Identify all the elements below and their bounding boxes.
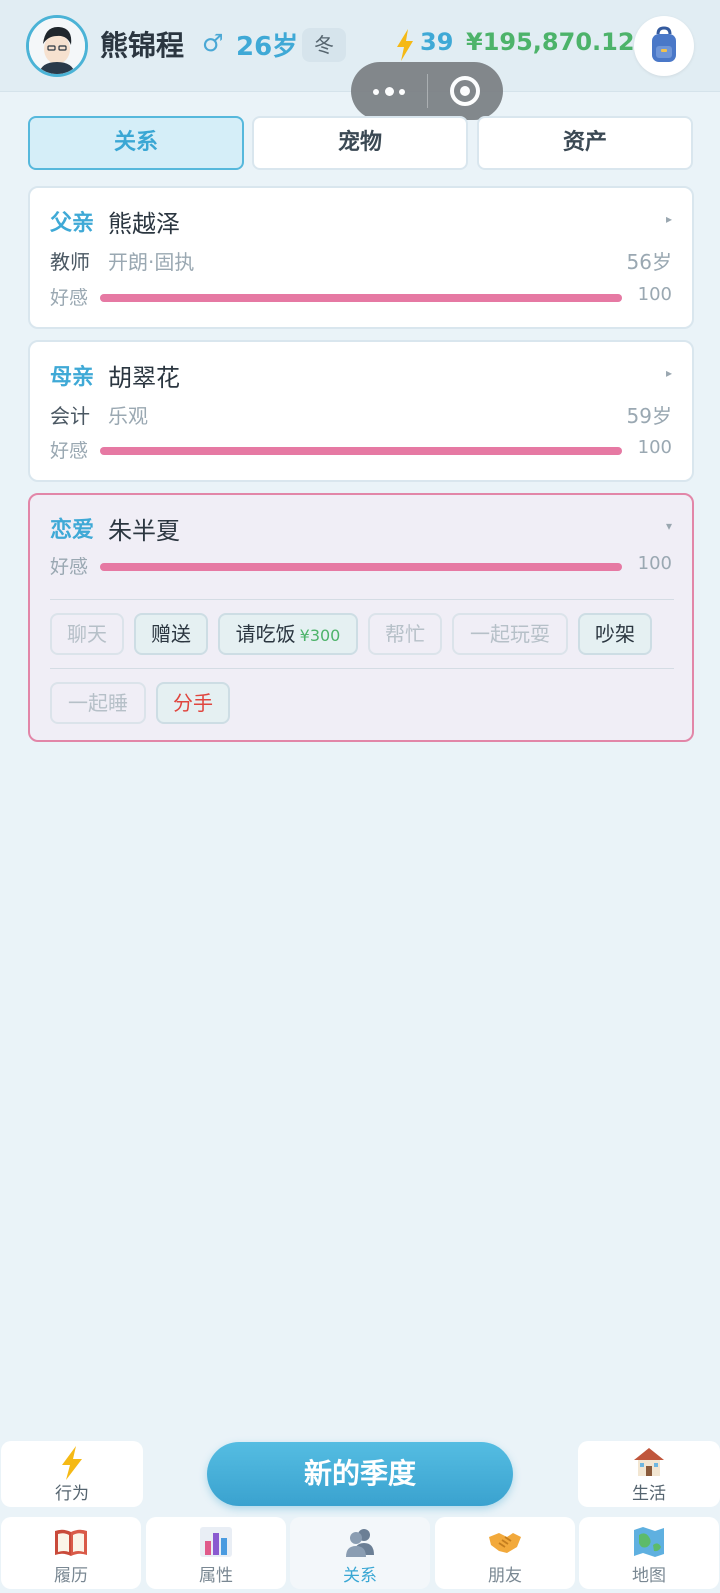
more-dot-icon (373, 89, 379, 95)
backpack-icon (652, 26, 676, 62)
male-gender-icon: ♂ (202, 29, 224, 57)
new-season-button[interactable]: 新的季度 (207, 1442, 513, 1506)
bar-chart-icon (200, 1527, 232, 1557)
relation-role: 父亲 (50, 211, 95, 236)
energy-value: 39 (420, 28, 454, 56)
season-badge: 冬 (302, 28, 346, 62)
relation-card-mother[interactable]: 母亲 胡翠花 ▸ 会计 乐观 59岁 好感 100 (28, 340, 694, 482)
affection-value: 100 (637, 553, 672, 574)
affection-value: 100 (637, 437, 672, 458)
gift-button[interactable]: 赠送 (134, 613, 208, 655)
affection-value: 100 (637, 284, 672, 305)
relation-role: 母亲 (50, 365, 95, 390)
nav-item-attributes[interactable]: 属性 (146, 1517, 286, 1589)
action-button[interactable]: 行为 (1, 1441, 143, 1507)
more-dot-icon (385, 87, 394, 96)
book-icon (55, 1529, 87, 1556)
life-label: 生活 (632, 1484, 666, 1504)
tab-assets[interactable]: 资产 (477, 116, 693, 170)
relation-name: 朱半夏 (108, 517, 180, 545)
player-avatar[interactable] (26, 15, 88, 77)
nav-label: 履历 (54, 1566, 88, 1586)
lightning-icon (62, 1446, 82, 1480)
nav-label: 属性 (199, 1566, 233, 1586)
affection-label: 好感 (50, 287, 89, 309)
sleep-together-button[interactable]: 一起睡 (50, 682, 146, 724)
chat-button[interactable]: 聊天 (50, 613, 124, 655)
tab-relations[interactable]: 关系 (28, 116, 244, 170)
tab-pets[interactable]: 宠物 (252, 116, 468, 170)
actions-divider (50, 668, 674, 669)
actions-divider (50, 599, 674, 600)
more-options-button[interactable] (351, 62, 427, 120)
affection-label: 好感 (50, 556, 89, 578)
relation-card-romance[interactable]: 恋爱 朱半夏 ▾ 好感 100 聊天 赠送 请吃饭 ¥300 帮忙 一起玩耍 吵架… (28, 493, 694, 742)
treat-meal-price: ¥300 (299, 626, 341, 645)
relation-name: 熊越泽 (108, 210, 180, 238)
relation-card-father[interactable]: 父亲 熊越泽 ▸ 教师 开朗·固执 56岁 好感 100 (28, 186, 694, 329)
people-icon (346, 1529, 374, 1557)
affection-label: 好感 (50, 440, 89, 462)
miniprogram-capsule (351, 62, 503, 120)
more-dot-icon (399, 89, 405, 95)
affection-bar-fill (100, 563, 622, 571)
nav-label: 地图 (632, 1566, 666, 1586)
affection-bar-fill (100, 294, 622, 302)
relation-age: 59岁 (626, 404, 672, 428)
relation-job: 会计 (50, 404, 90, 428)
backpack-button[interactable] (634, 16, 694, 76)
nav-item-relations[interactable]: 关系 (290, 1517, 430, 1589)
affection-bar (100, 447, 622, 455)
target-dot-icon (460, 86, 470, 96)
relation-traits: 开朗·固执 (108, 250, 195, 274)
nav-item-resume[interactable]: 履历 (1, 1517, 141, 1589)
treat-meal-label: 请吃饭 (235, 622, 296, 646)
relation-role: 恋爱 (50, 518, 95, 543)
expand-arrow-icon[interactable]: ▸ (666, 366, 672, 380)
expand-arrow-icon[interactable]: ▸ (666, 212, 672, 226)
house-icon (634, 1448, 664, 1476)
play-together-button[interactable]: 一起玩耍 (452, 613, 568, 655)
money-value: ¥195,870.125 (466, 28, 652, 56)
quarrel-button[interactable]: 吵架 (578, 613, 652, 655)
treat-meal-button[interactable]: 请吃饭 ¥300 (218, 613, 358, 655)
lightning-icon (397, 29, 413, 61)
action-label: 行为 (55, 1484, 89, 1504)
break-up-button[interactable]: 分手 (156, 682, 230, 724)
player-age: 26岁 (236, 32, 299, 62)
help-button[interactable]: 帮忙 (368, 613, 442, 655)
relation-age: 56岁 (626, 250, 672, 274)
handshake-icon (489, 1533, 521, 1553)
affection-bar (100, 563, 622, 571)
avatar-portrait-icon (29, 18, 85, 74)
collapse-arrow-icon[interactable]: ▾ (666, 519, 672, 533)
relation-name: 胡翠花 (108, 364, 180, 392)
nav-item-friends[interactable]: 朋友 (435, 1517, 575, 1589)
nav-label: 关系 (343, 1566, 377, 1586)
close-miniprogram-button[interactable] (427, 62, 503, 120)
nav-label: 朋友 (488, 1566, 522, 1586)
life-button[interactable]: 生活 (578, 1441, 720, 1507)
map-icon (634, 1527, 664, 1557)
nav-item-map[interactable]: 地图 (579, 1517, 719, 1589)
relation-job: 教师 (50, 250, 90, 274)
relation-traits: 乐观 (108, 404, 148, 428)
affection-bar-fill (100, 447, 622, 455)
affection-bar (100, 294, 622, 302)
player-name: 熊锦程 (100, 29, 185, 62)
